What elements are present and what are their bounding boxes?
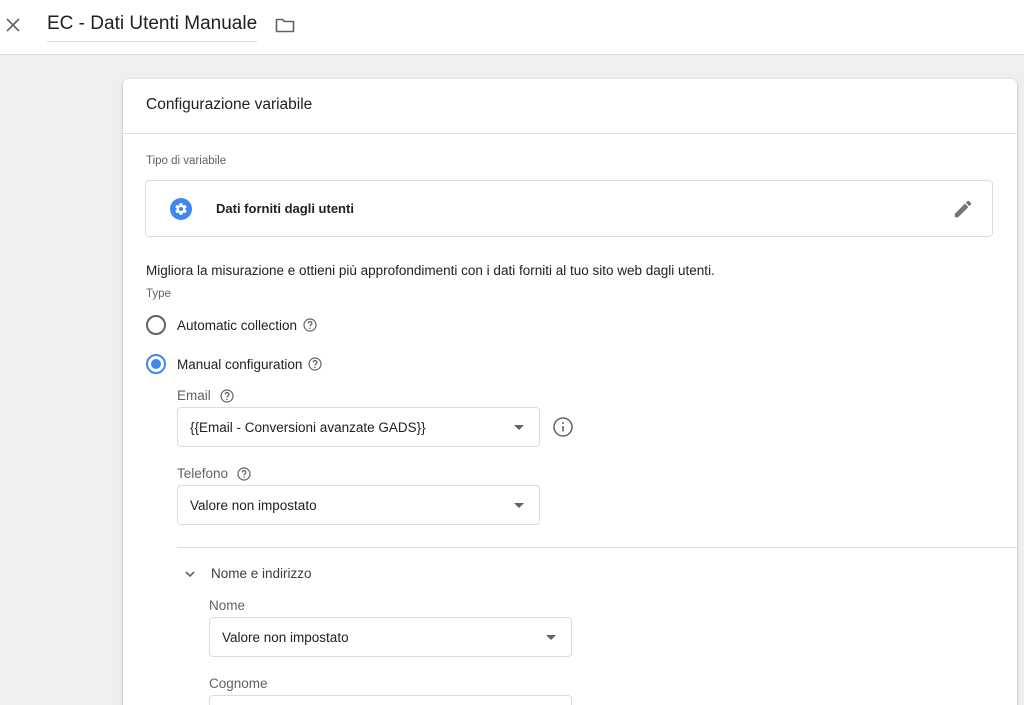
phone-select-value: Valore non impostato [190,498,317,513]
pencil-edit-icon[interactable] [952,198,974,220]
help-circle-icon[interactable] [237,466,251,481]
dropdown-arrow-icon [546,635,556,640]
first-name-select-value: Valore non impostato [222,630,349,645]
first-name-select[interactable]: Valore non impostato [209,617,572,657]
last-name-select[interactable] [209,695,572,705]
variable-type-name: Dati forniti dagli utenti [216,201,354,216]
name-address-expander[interactable]: Nome e indirizzo [183,566,312,581]
settings-gear-icon [170,198,192,220]
variable-configuration-card: Configurazione variabile Tipo di variabi… [123,79,1017,705]
card-title: Configurazione variabile [123,79,1017,134]
variable-title[interactable]: EC - Dati Utenti Manuale [47,13,258,42]
phone-field-label: Telefono [177,466,251,481]
variable-type-selector[interactable]: Dati forniti dagli utenti [145,180,993,237]
close-icon[interactable] [2,13,24,37]
variable-type-label: Tipo di variabile [146,155,227,167]
email-label-text: Email [177,388,211,403]
radio-automatic-collection[interactable]: Automatic collection [146,315,317,335]
chevron-down-icon [183,567,197,581]
section-divider [177,547,1017,548]
info-icon[interactable] [552,416,574,438]
email-field-label: Email [177,388,234,403]
description-text: Migliora la misurazione e ottieni più ap… [146,263,715,278]
last-name-field-label: Cognome [209,676,268,691]
help-circle-icon[interactable] [220,388,234,403]
first-name-field-label: Nome [209,598,245,613]
expander-label: Nome e indirizzo [211,566,312,581]
top-bar: EC - Dati Utenti Manuale [0,0,1024,55]
last-name-label-text: Cognome [209,676,268,691]
phone-label-text: Telefono [177,466,229,481]
dropdown-arrow-icon [514,503,524,508]
first-name-label-text: Nome [209,598,246,613]
email-select[interactable]: {{Email - Conversioni avanzate GADS}} [177,407,540,447]
email-select-value: {{Email - Conversioni avanzate GADS}} [190,420,426,435]
radio-button-checked[interactable] [146,354,166,374]
dropdown-arrow-icon [514,425,524,430]
folder-icon[interactable] [273,14,297,36]
radio-label: Manual configuration [177,356,303,372]
radio-manual-configuration[interactable]: Manual configuration [146,354,322,374]
radio-button-unchecked[interactable] [146,315,166,335]
radio-label: Automatic collection [177,317,298,333]
type-label: Type [146,288,171,300]
phone-select[interactable]: Valore non impostato [177,485,540,525]
help-circle-icon[interactable] [308,357,322,371]
help-circle-icon[interactable] [303,318,317,332]
